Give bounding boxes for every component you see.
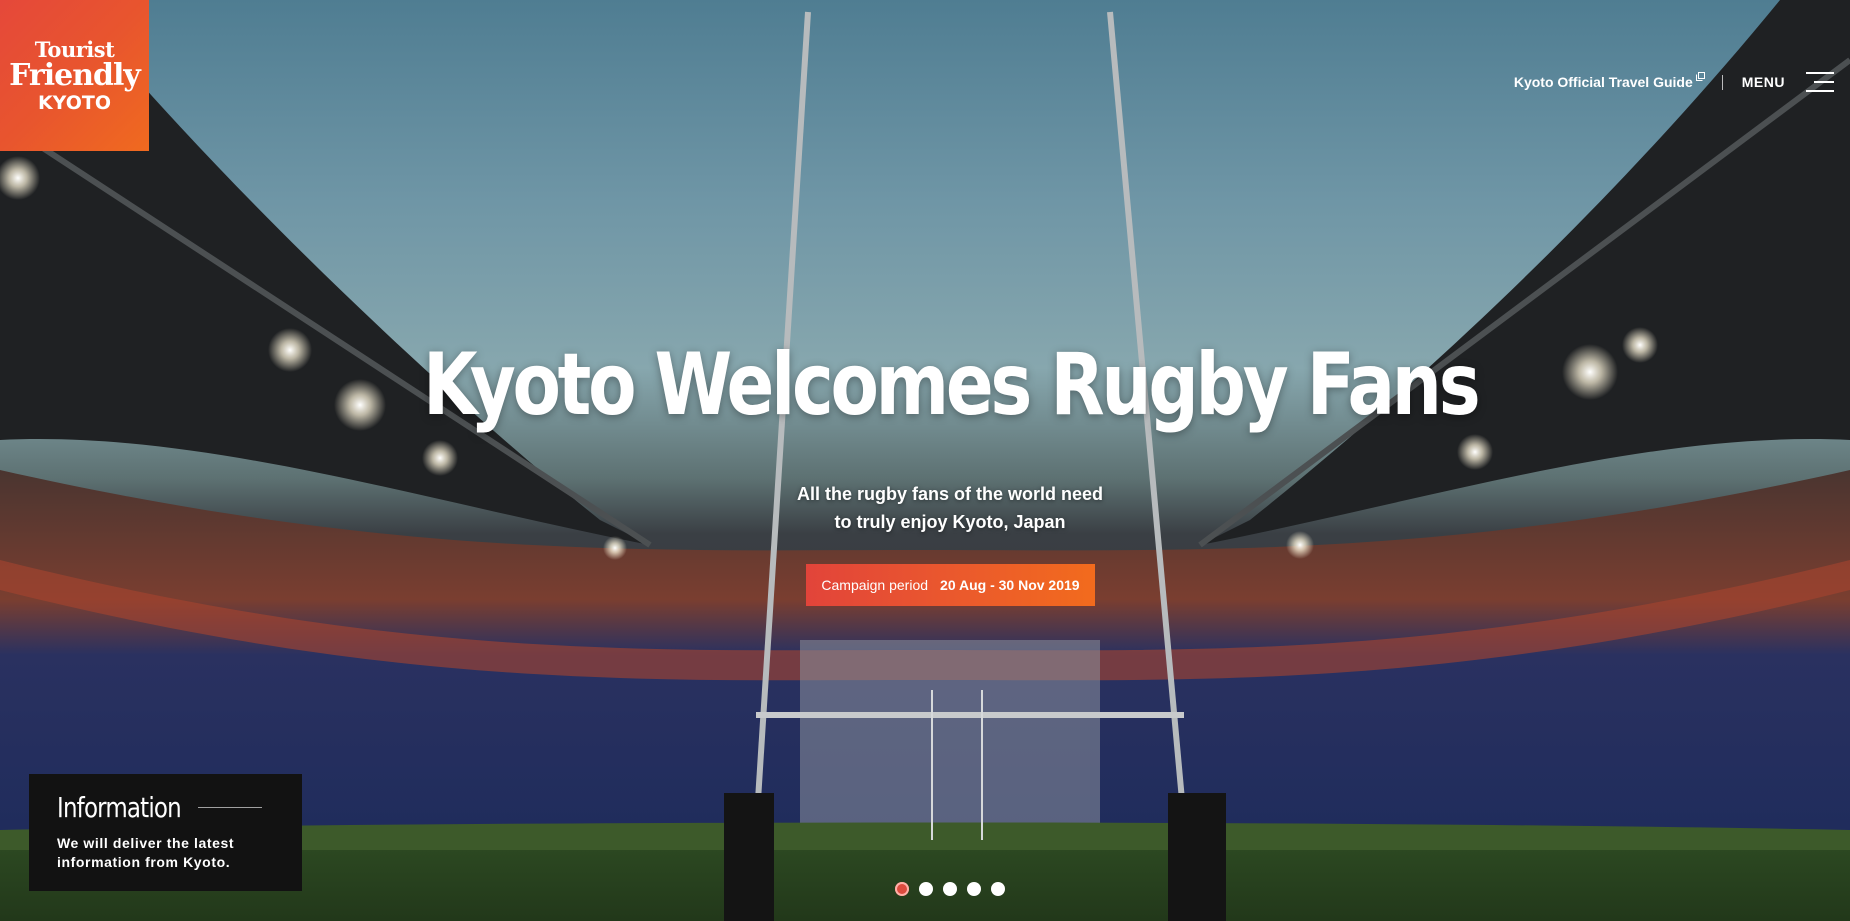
slider-dot[interactable] [943, 882, 957, 896]
kyoto-travel-guide-link[interactable]: Kyoto Official Travel Guide [1513, 72, 1705, 90]
slider-dot[interactable] [895, 882, 909, 896]
external-link-icon [1695, 72, 1705, 81]
slider-pagination [895, 882, 1015, 896]
tourist-friendly-kyoto-logo[interactable]: Tourist Friendly KYOTO [0, 0, 149, 151]
menu-label: MENU [1741, 74, 1785, 90]
slider-dot[interactable] [991, 882, 1005, 896]
menu-button[interactable]: MENU [1742, 71, 1834, 93]
hero-subtitle-line: All the rugby fans of the world need [796, 484, 1104, 504]
campaign-dates: 20 Aug - 30 Nov 2019 [940, 577, 1080, 593]
guide-link-label: Kyoto Official Travel Guide [1513, 74, 1693, 90]
campaign-period-badge: Campaign period 20 Aug - 30 Nov 2019 [806, 564, 1095, 606]
slider-dot[interactable] [967, 882, 981, 896]
campaign-label: Campaign period [821, 577, 929, 593]
slider-dot[interactable] [919, 882, 933, 896]
information-text-line: We will deliver the latest [57, 835, 235, 851]
logo-line-kyoto: KYOTO [37, 91, 112, 114]
hero-subtitle: All the rugby fans of the world need to … [0, 480, 1850, 536]
header-nav: Kyoto Official Travel Guide MENU [1514, 70, 1834, 94]
information-panel[interactable]: Information We will deliver the latest i… [29, 774, 302, 891]
information-description: We will deliver the latest information f… [57, 834, 302, 872]
nav-divider [1721, 74, 1723, 90]
information-heading-row: Information [57, 791, 302, 824]
hero-subtitle-line: to truly enjoy Kyoto, Japan [834, 512, 1066, 532]
hamburger-icon [1806, 71, 1834, 93]
information-text-line: information from Kyoto. [57, 854, 231, 870]
information-title: Information [57, 791, 182, 824]
logo-line-tourist: Tourist [34, 36, 115, 62]
hero-title: Kyoto Welcomes Rugby Fans [422, 335, 1481, 435]
arrow-line-icon [198, 807, 263, 808]
logo-line-friendly: Friendly [9, 57, 141, 93]
